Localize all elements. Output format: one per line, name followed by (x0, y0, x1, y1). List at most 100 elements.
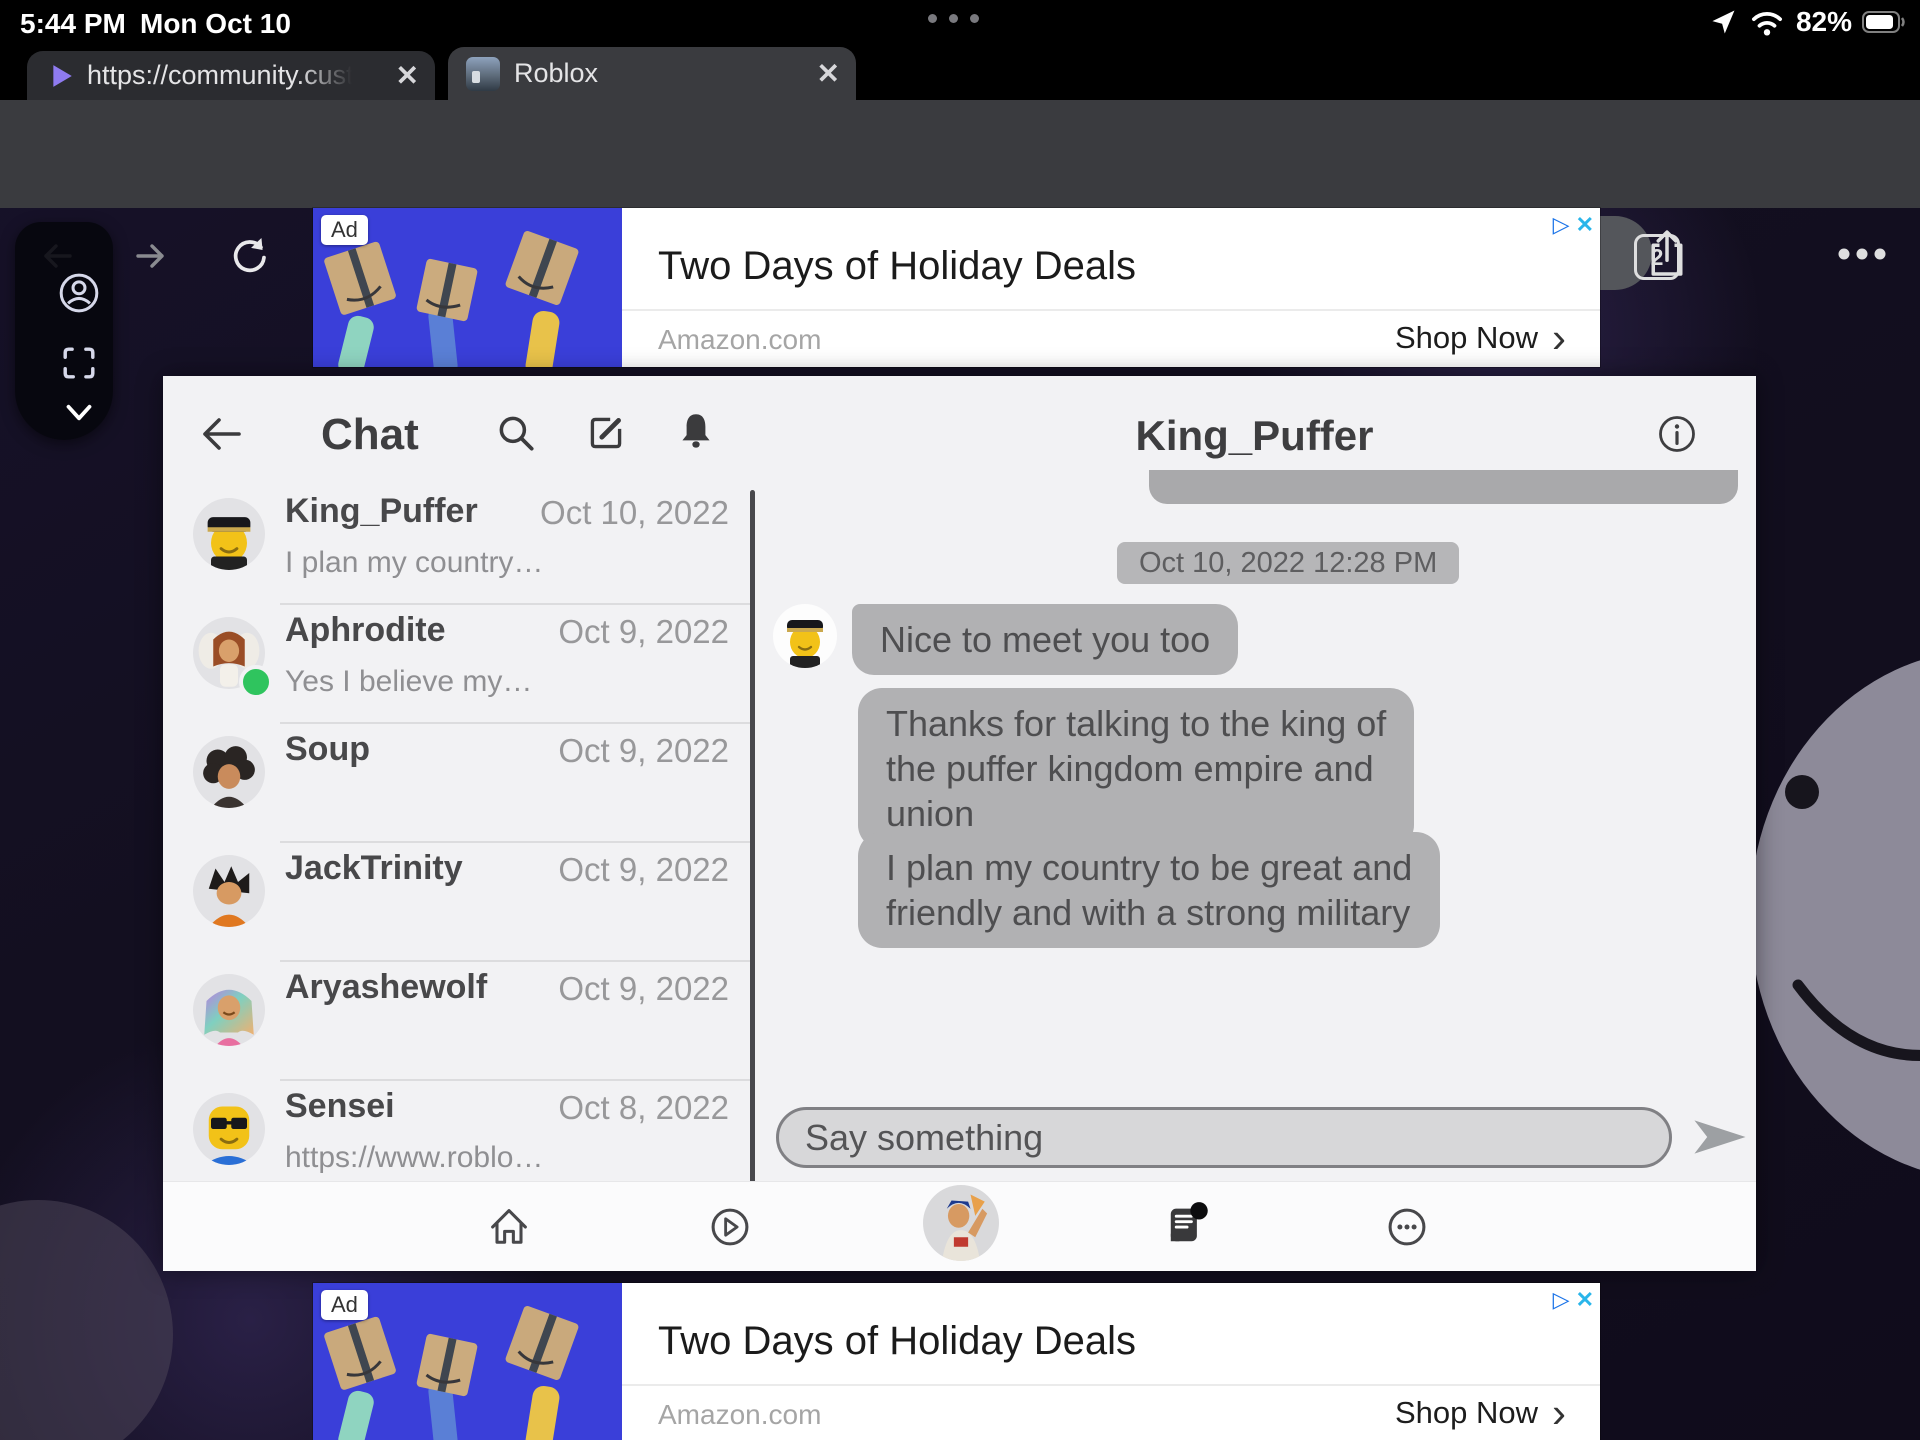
profile-avatar[interactable] (923, 1185, 999, 1261)
wifi-icon (1748, 7, 1786, 37)
message-bubble-cutoff (1149, 470, 1738, 504)
fullscreen-icon[interactable] (56, 340, 102, 386)
nowgg-sidebar (15, 222, 113, 440)
conversation-row[interactable]: Aryashewolf Oct 9, 2022 (163, 960, 753, 1079)
ad-close-icon: ✕ (1576, 212, 1594, 238)
ad-headline: Two Days of Holiday Deals (658, 1319, 1136, 1364)
ad-choices[interactable]: ▷ ✕ (1553, 1287, 1594, 1313)
avatar (193, 498, 265, 570)
ad-banner-bottom[interactable]: Ad Two Days of Holiday Deals Amazon.com … (313, 1283, 1600, 1440)
timestamp-chip: Oct 10, 2022 12:28 PM (1117, 542, 1459, 584)
multitask-handle-icon[interactable] (928, 14, 979, 23)
message-bubble: Nice to meet you too (852, 604, 1238, 675)
browser-toolbar: v3.now.gg 2 (0, 100, 1920, 208)
tab-switcher-button[interactable]: 2 (1634, 234, 1680, 280)
battery-percent: 82% (1796, 6, 1852, 38)
row-divider (280, 960, 750, 962)
profile-icon[interactable] (56, 270, 102, 316)
avatar (193, 974, 265, 1046)
chevron-down-icon[interactable] (58, 394, 100, 430)
chevron-right-icon: › (1552, 323, 1566, 353)
row-divider (280, 603, 750, 605)
avatar (193, 736, 265, 808)
row-divider (280, 841, 750, 843)
info-icon[interactable] (1655, 412, 1699, 456)
ad-headline: Two Days of Holiday Deals (658, 244, 1136, 289)
tab-title: https://community.custor (87, 60, 352, 91)
conversation-date: Oct 8, 2022 (558, 1089, 729, 1127)
tab-roblox[interactable]: Roblox ✕ (448, 47, 856, 100)
conversation-date: Oct 9, 2022 (558, 970, 729, 1008)
battery-icon (1862, 11, 1906, 33)
ad-source: Amazon.com (658, 1399, 821, 1431)
news-feed-icon[interactable] (1162, 1201, 1210, 1251)
online-indicator (239, 665, 273, 699)
menu-icon[interactable] (1834, 240, 1890, 268)
ad-divider (622, 309, 1600, 311)
conversation-date: Oct 9, 2022 (558, 613, 729, 651)
ad-source: Amazon.com (658, 324, 821, 356)
location-icon (1708, 7, 1738, 37)
reload-button[interactable] (226, 232, 274, 280)
sender-avatar (773, 604, 837, 668)
conversation-preview: https://www.roblo… (285, 1141, 543, 1175)
conversation-date: Oct 9, 2022 (558, 732, 729, 770)
back-icon[interactable] (197, 412, 245, 456)
clock: 5:44 PM (20, 8, 126, 40)
conversation-name: Aryashewolf (285, 968, 487, 1007)
home-icon[interactable] (485, 1203, 533, 1251)
thread-title: King_Puffer (753, 412, 1756, 460)
tab-strip: https://community.custor ✕ Roblox ✕ + (0, 45, 1920, 100)
discover-play-icon[interactable] (706, 1203, 754, 1251)
ad-close-icon: ✕ (1576, 1287, 1594, 1313)
shop-now-button[interactable]: Shop Now› (1395, 320, 1566, 356)
conversation-row[interactable]: Aphrodite Oct 9, 2022 Yes I believe my… (163, 603, 753, 722)
message-bubble: Thanks for talking to the king of the pu… (858, 688, 1414, 849)
tab-community[interactable]: https://community.custor ✕ (27, 51, 435, 100)
conversation-name: JackTrinity (285, 849, 463, 888)
conversation-row[interactable]: Soup Oct 9, 2022 (163, 722, 753, 841)
close-tab-icon[interactable]: ✕ (396, 59, 419, 92)
conversation-preview: Yes I believe my… (285, 665, 532, 699)
ad-badge: Ad (321, 1290, 368, 1320)
conversation-name: Aphrodite (285, 611, 446, 650)
adchoices-icon: ▷ (1553, 1287, 1570, 1313)
shop-now-button[interactable]: Shop Now› (1395, 1395, 1566, 1431)
avatar (193, 1093, 265, 1165)
roblox-chat-window: Chat King_Puffer Oct 10, 2022 I plan my … (163, 376, 1756, 1270)
message-bubble: I plan my country to be great and friend… (858, 832, 1440, 948)
conversation-name: King_Puffer (285, 492, 478, 531)
adchoices-icon: ▷ (1553, 212, 1570, 238)
status-bar: 5:44 PM Mon Oct 10 82% (0, 0, 1920, 45)
row-divider (280, 1079, 750, 1081)
list-scrollbar[interactable] (750, 490, 755, 1200)
more-icon[interactable] (1383, 1203, 1431, 1251)
conversation-row[interactable]: JackTrinity Oct 9, 2022 (163, 841, 753, 960)
message-input[interactable] (776, 1107, 1672, 1168)
compose-icon[interactable] (583, 410, 629, 456)
conversation-date: Oct 9, 2022 (558, 851, 729, 889)
bottom-nav (163, 1181, 1756, 1271)
conversation-row[interactable]: King_Puffer Oct 10, 2022 I plan my count… (163, 484, 753, 603)
roblox-tab-favicon-icon (466, 57, 500, 91)
conversation-name: Soup (285, 730, 370, 769)
conversation-date: Oct 10, 2022 (540, 494, 729, 532)
status-date: Mon Oct 10 (140, 8, 291, 40)
notifications-bell-icon[interactable] (673, 408, 719, 456)
tab-title: Roblox (514, 58, 598, 89)
avatar (193, 855, 265, 927)
conversation-name: Sensei (285, 1087, 395, 1126)
community-tab-favicon-icon (49, 63, 75, 89)
chevron-right-icon: › (1552, 1398, 1566, 1428)
ad-choices[interactable]: ▷ ✕ (1553, 212, 1594, 238)
screen: 5:44 PM Mon Oct 10 82% https://community… (0, 0, 1920, 1440)
ad-banner-top[interactable]: Ad Two Days of Holiday Deals Amazon.com … (313, 208, 1600, 367)
send-icon[interactable] (1691, 1114, 1749, 1160)
row-divider (280, 722, 750, 724)
search-icon[interactable] (493, 410, 539, 456)
forward-button[interactable] (128, 234, 172, 278)
ad-badge: Ad (321, 215, 368, 245)
ad-divider (622, 1384, 1600, 1386)
conversation-preview: I plan my country… (285, 546, 543, 580)
close-tab-icon[interactable]: ✕ (817, 57, 840, 90)
